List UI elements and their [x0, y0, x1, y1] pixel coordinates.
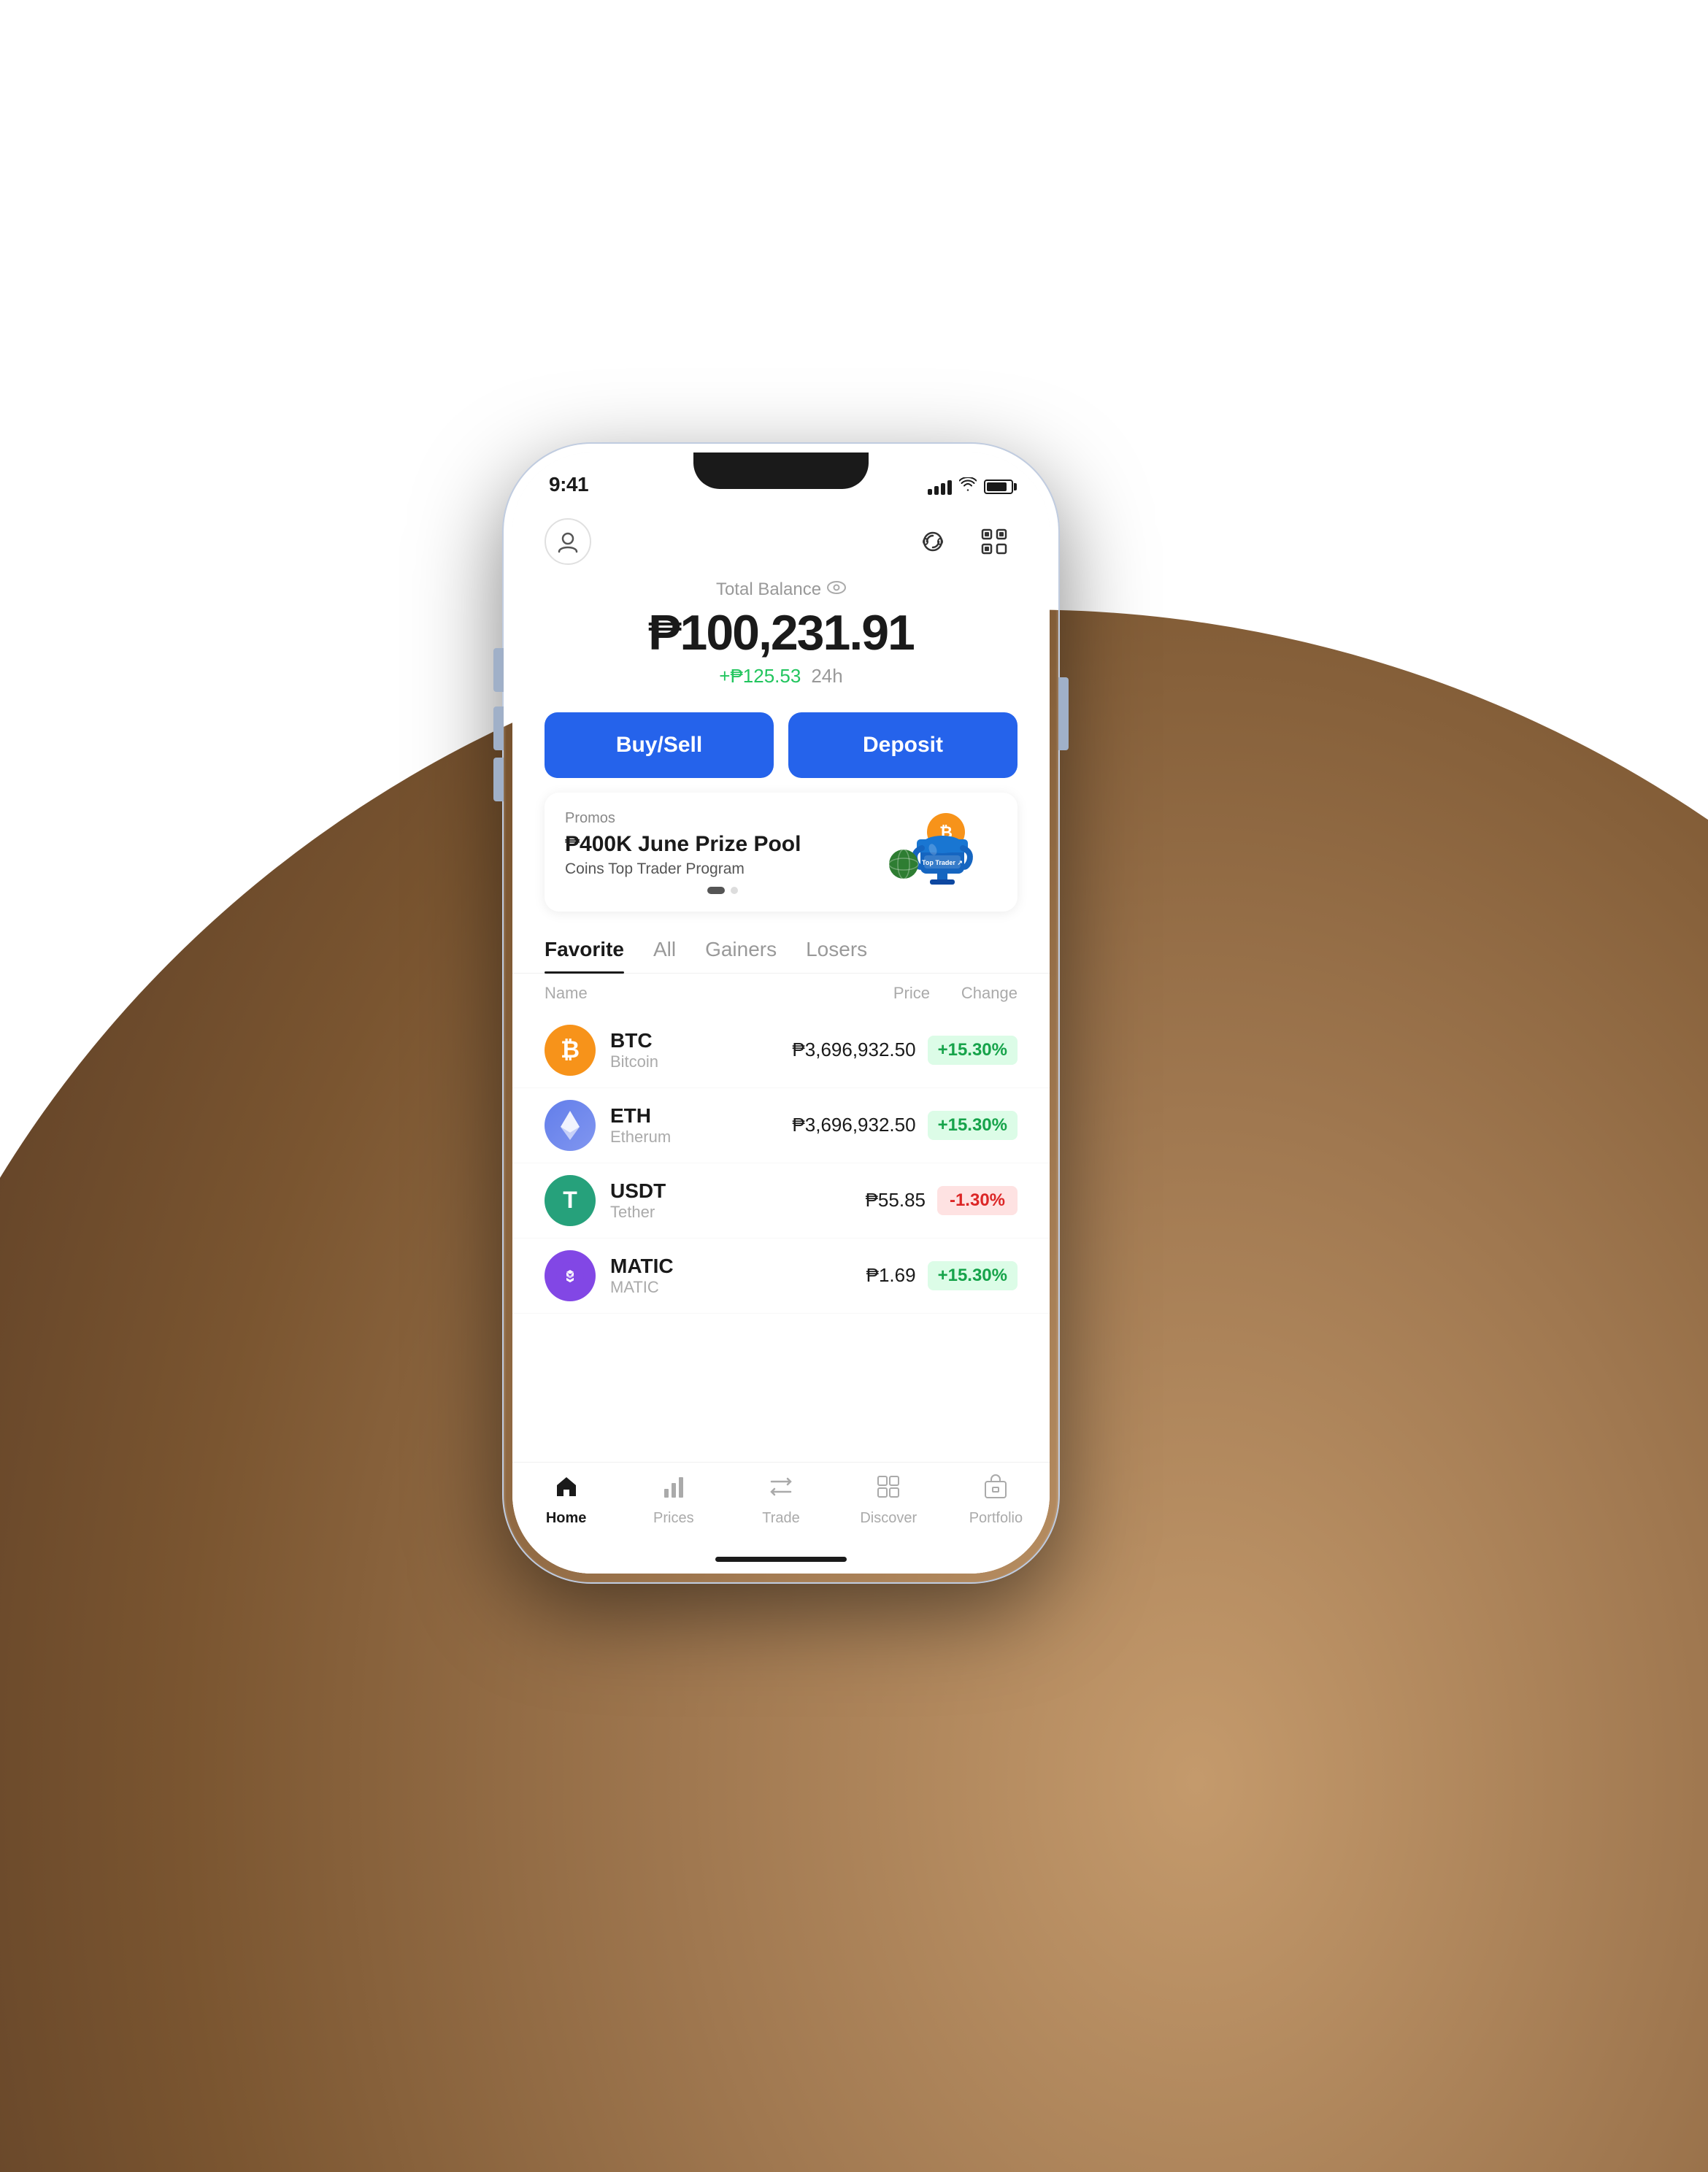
market-tabs: Favorite All Gainers Losers	[512, 926, 1050, 974]
signal-icon	[928, 479, 952, 495]
nav-trade-label: Trade	[762, 1510, 800, 1527]
promo-graphic: ₿	[880, 812, 997, 892]
tab-all[interactable]: All	[653, 926, 676, 973]
col-name: Name	[545, 984, 799, 1003]
usdt-name: Tether	[610, 1203, 794, 1222]
matic-symbol: MATIC	[610, 1255, 785, 1278]
avatar-button[interactable]	[545, 518, 591, 565]
balance-change-value: +₱125.53	[719, 665, 801, 688]
discover-icon	[876, 1474, 901, 1506]
eth-info: ETH Etherum	[610, 1104, 785, 1147]
btc-change: +15.30%	[928, 1036, 1018, 1065]
nav-trade[interactable]: Trade	[727, 1474, 834, 1527]
nav-discover[interactable]: Discover	[835, 1474, 942, 1527]
matic-change: +15.30%	[928, 1261, 1018, 1290]
col-change: Change	[930, 984, 1018, 1003]
scan-button[interactable]	[971, 518, 1018, 565]
btc-info: BTC Bitcoin	[610, 1029, 785, 1071]
tab-favorite[interactable]: Favorite	[545, 926, 624, 973]
usdt-symbol: USDT	[610, 1179, 794, 1203]
phone-shell: 9:41	[504, 444, 1058, 1582]
usdt-price: ₱55.85	[794, 1189, 926, 1212]
nav-home[interactable]: Home	[512, 1474, 620, 1527]
promo-banner[interactable]: Promos ₱400K June Prize Pool Coins Top T…	[545, 793, 1018, 912]
action-buttons: Buy/Sell Deposit	[512, 702, 1050, 793]
table-row[interactable]: MATIC MATIC ₱1.69 +15.30%	[512, 1239, 1050, 1314]
eth-icon	[545, 1100, 596, 1151]
tab-gainers[interactable]: Gainers	[705, 926, 777, 973]
btc-price: ₱3,696,932.50	[785, 1039, 916, 1061]
balance-section: Total Balance ₱100,231.91 +₱125.53	[512, 572, 1050, 702]
bottom-nav: Home Prices	[512, 1462, 1050, 1544]
promo-dot-2	[731, 887, 738, 894]
usdt-icon: T	[545, 1175, 596, 1226]
battery-icon	[984, 480, 1013, 494]
nav-discover-label: Discover	[860, 1510, 917, 1527]
phone-wrapper: 9:41	[504, 444, 1058, 1582]
phone-screen: 9:41	[512, 452, 1050, 1574]
nav-prices[interactable]: Prices	[620, 1474, 727, 1527]
crypto-list: ₿ BTC Bitcoin ₱3,696,932.50 +15.30%	[512, 1013, 1050, 1462]
header-right	[909, 518, 1018, 565]
deposit-button[interactable]: Deposit	[788, 712, 1018, 778]
eth-name: Etherum	[610, 1128, 785, 1147]
phone-notch	[693, 452, 869, 489]
market-section: Favorite All Gainers Losers Name Price C…	[512, 926, 1050, 1462]
promo-subtitle: Coins Top Trader Program	[565, 860, 880, 878]
promo-dot-1	[707, 887, 725, 894]
btc-name: Bitcoin	[610, 1052, 785, 1071]
matic-info: MATIC MATIC	[610, 1255, 785, 1297]
promo-dots	[565, 887, 880, 894]
eth-change: +15.30%	[928, 1111, 1018, 1140]
table-row[interactable]: T USDT Tether ₱55.85 -1.30%	[512, 1163, 1050, 1239]
balance-label: Total Balance	[545, 579, 1018, 600]
balance-amount: ₱100,231.91	[545, 606, 1018, 661]
table-row[interactable]: ₿ BTC Bitcoin ₱3,696,932.50 +15.30%	[512, 1013, 1050, 1088]
btc-symbol: BTC	[610, 1029, 785, 1052]
nav-portfolio[interactable]: Portfolio	[942, 1474, 1050, 1527]
portfolio-icon	[983, 1474, 1008, 1506]
nav-prices-label: Prices	[653, 1510, 694, 1527]
eth-symbol: ETH	[610, 1104, 785, 1128]
usdt-info: USDT Tether	[610, 1179, 794, 1222]
balance-period: 24h	[811, 665, 842, 688]
nav-portfolio-label: Portfolio	[969, 1510, 1023, 1527]
status-icons	[928, 477, 1013, 496]
table-header: Name Price Change	[512, 974, 1050, 1013]
usdt-change: -1.30%	[937, 1186, 1018, 1215]
scene: 9:41	[0, 0, 1708, 2172]
status-time: 9:41	[549, 473, 588, 496]
app-screen: Total Balance ₱100,231.91 +₱125.53	[512, 504, 1050, 1574]
eye-icon[interactable]	[827, 579, 846, 600]
buy-sell-button[interactable]: Buy/Sell	[545, 712, 774, 778]
matic-name: MATIC	[610, 1278, 785, 1297]
home-icon	[554, 1474, 579, 1506]
trade-icon	[769, 1474, 793, 1506]
matic-price: ₱1.69	[785, 1264, 916, 1287]
btc-icon: ₿	[545, 1025, 596, 1076]
table-row[interactable]: ETH Etherum ₱3,696,932.50 +15.30%	[512, 1088, 1050, 1163]
promo-content: Promos ₱400K June Prize Pool Coins Top T…	[565, 810, 880, 894]
svg-text:Top Trader ↗: Top Trader ↗	[922, 859, 963, 866]
home-indicator	[512, 1544, 1050, 1574]
home-bar	[715, 1557, 847, 1562]
eth-price: ₱3,696,932.50	[785, 1114, 916, 1136]
col-price: Price	[799, 984, 930, 1003]
nav-home-label: Home	[546, 1510, 587, 1527]
wifi-icon	[959, 477, 977, 496]
support-button[interactable]	[909, 518, 956, 565]
balance-change: +₱125.53 24h	[545, 665, 1018, 688]
matic-icon	[545, 1250, 596, 1301]
promo-tag: Promos	[565, 810, 880, 827]
tab-losers[interactable]: Losers	[806, 926, 867, 973]
app-header	[512, 504, 1050, 572]
promo-title: ₱400K June Prize Pool	[565, 831, 880, 858]
prices-icon	[661, 1474, 686, 1506]
